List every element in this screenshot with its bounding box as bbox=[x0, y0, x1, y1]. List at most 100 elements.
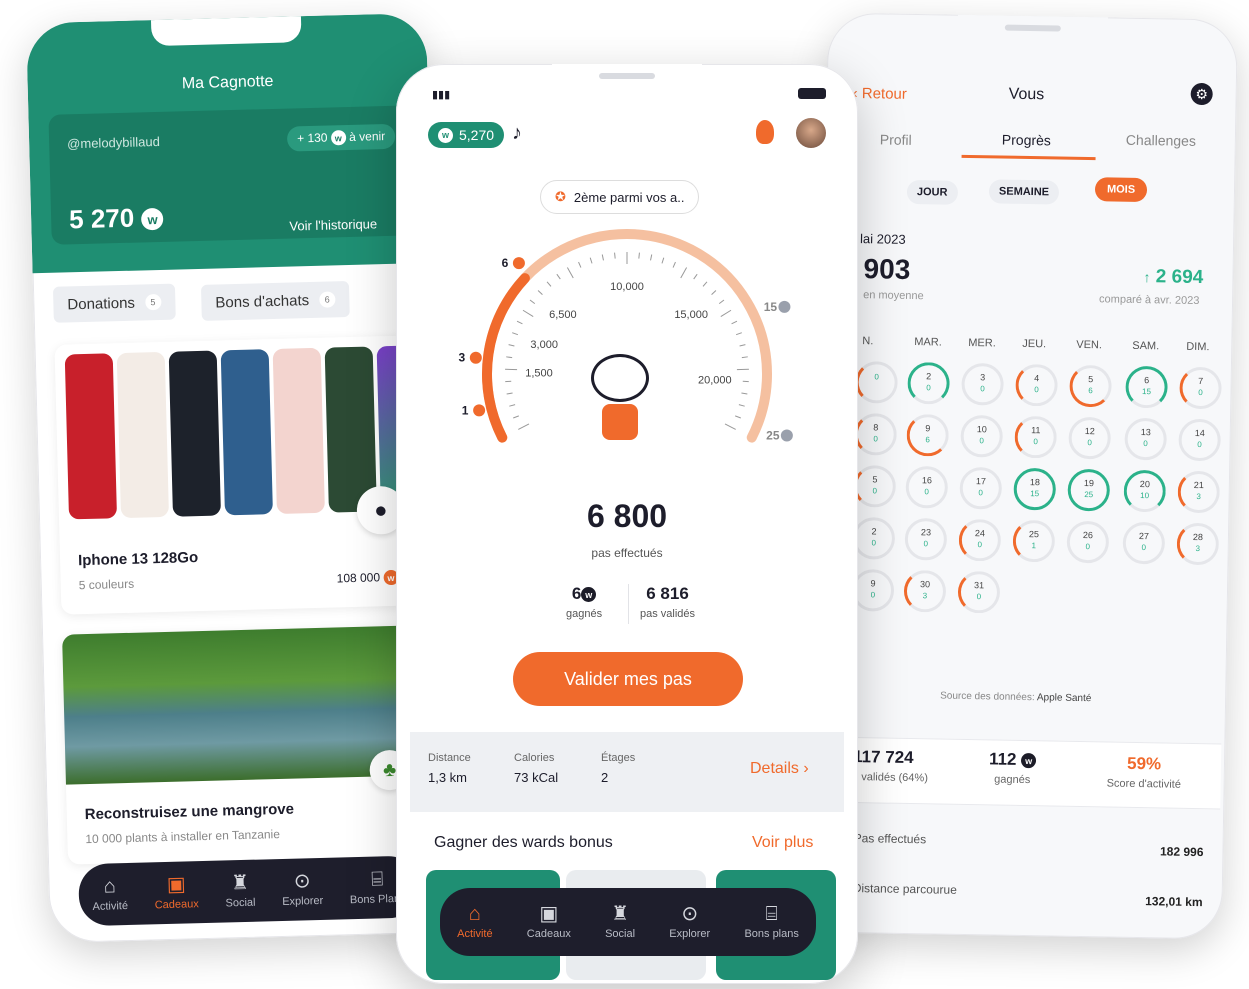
calendar-day[interactable]: 17 0 bbox=[959, 466, 1003, 510]
nav-social[interactable]: ♜ Social bbox=[605, 904, 635, 940]
calendar-day[interactable]: 30 3 bbox=[903, 569, 947, 613]
summary-value: 117 724 bbox=[852, 747, 914, 768]
tab-profile[interactable]: Profil bbox=[880, 131, 912, 148]
calendar-day[interactable]: 20 bbox=[907, 361, 950, 405]
gauge-tick bbox=[512, 332, 519, 336]
weekday-label: SAM. bbox=[1132, 339, 1160, 353]
gauge-tick bbox=[614, 252, 616, 259]
pending-amount: + 130 bbox=[296, 130, 328, 146]
stat-distance: Distance 1,3 km bbox=[428, 752, 471, 785]
nav-activity[interactable]: ⌂ Activité bbox=[92, 875, 128, 913]
calendar-day[interactable]: 11 0 bbox=[1014, 415, 1058, 459]
gauge-tick bbox=[661, 257, 665, 264]
bell-icon[interactable]: ♪ bbox=[512, 122, 522, 145]
tab-donations[interactable]: Donations 5 bbox=[52, 283, 176, 323]
calendar-day[interactable]: 10 0 bbox=[960, 414, 1004, 458]
day-number: 28 bbox=[1192, 531, 1204, 543]
day-wards: 0 bbox=[923, 539, 929, 549]
bonus-see-more[interactable]: Voir plus bbox=[752, 834, 813, 852]
back-button[interactable]: ‹ Retour bbox=[853, 85, 907, 103]
calendar-day[interactable]: 56 bbox=[1069, 364, 1112, 408]
nav-label: Bons plans bbox=[744, 928, 799, 940]
nav-social[interactable]: ♜ Social bbox=[225, 872, 255, 910]
day-number: 18 bbox=[1029, 477, 1040, 488]
nav-activity[interactable]: ⌂ Activité bbox=[457, 904, 492, 940]
calendar-day[interactable]: 12 0 bbox=[1068, 416, 1112, 460]
nav-label: Explorer bbox=[282, 894, 324, 908]
weekday-label: DIM. bbox=[1186, 340, 1210, 354]
calendar-day[interactable]: 19 25 bbox=[1067, 468, 1111, 512]
validate-steps-button[interactable]: Valider mes pas bbox=[513, 652, 743, 706]
calendar-day[interactable]: 6 15 bbox=[1125, 365, 1168, 409]
calendar-day[interactable]: 20 bbox=[852, 517, 896, 560]
gauge-tick bbox=[741, 392, 748, 395]
calendar-day[interactable]: 21 3 bbox=[1177, 470, 1221, 514]
calendar-day[interactable]: 40 bbox=[1015, 363, 1058, 407]
tab-vouchers[interactable]: Bons d'achats 6 bbox=[200, 281, 350, 321]
calendar-day[interactable]: 16 0 bbox=[905, 465, 949, 509]
calendar-day[interactable]: 96 bbox=[906, 413, 950, 457]
period-month[interactable]: MOIS bbox=[1094, 177, 1148, 203]
gauge-tick bbox=[735, 415, 741, 419]
calendar-day[interactable]: 80 bbox=[854, 413, 898, 456]
gauge-tick bbox=[739, 344, 746, 347]
avatar[interactable] bbox=[796, 118, 826, 148]
gauge-tick bbox=[518, 423, 530, 430]
balance-badge[interactable]: w 5,270 bbox=[428, 122, 505, 148]
trophy-icon: ♜ bbox=[611, 903, 630, 925]
nav-explore[interactable]: ⊙ Explorer bbox=[669, 904, 710, 940]
day-number: 24 bbox=[974, 528, 986, 539]
day-wards: 0 bbox=[1034, 385, 1039, 395]
calendar-day[interactable]: 0 bbox=[855, 361, 898, 404]
earned-label: gagnés bbox=[566, 608, 603, 620]
calendar-day[interactable]: 90 bbox=[851, 569, 895, 612]
ward-coin-icon bbox=[473, 404, 486, 417]
day-wards: 0 bbox=[924, 487, 930, 497]
gear-icon[interactable]: ⚙ bbox=[1190, 82, 1213, 106]
tab-challenges[interactable]: Challenges bbox=[1126, 132, 1196, 149]
stat-label: Étages bbox=[601, 752, 636, 764]
calendar-day[interactable]: 18 15 bbox=[1013, 467, 1057, 511]
calendar-day[interactable]: 24 0 bbox=[958, 518, 1002, 562]
calendar-day[interactable]: 31 0 bbox=[957, 570, 1001, 614]
pending-badge: + 130 w à venir bbox=[286, 123, 396, 152]
flame-icon[interactable] bbox=[756, 120, 774, 144]
day-number: 11 bbox=[1031, 425, 1041, 436]
calendar-day[interactable]: 20 10 bbox=[1123, 469, 1167, 513]
calendar-day[interactable]: 13 0 bbox=[1124, 417, 1168, 461]
calendar-day[interactable]: 23 0 bbox=[904, 517, 948, 561]
day-wards: 10 bbox=[1140, 491, 1150, 501]
gauge-reward: 3 bbox=[458, 351, 482, 365]
map-pin-icon: ⊙ bbox=[681, 903, 699, 925]
gauge-tick bbox=[741, 356, 748, 359]
calendar-day[interactable]: 14 0 bbox=[1178, 418, 1222, 462]
tab-progress[interactable]: Progrès bbox=[1002, 132, 1051, 149]
calendar-day[interactable]: 27 0 bbox=[1122, 521, 1166, 565]
calendar-day[interactable]: 70 bbox=[1179, 366, 1222, 410]
nav-explore[interactable]: ⊙ Explorer bbox=[281, 870, 324, 908]
details-link[interactable]: Details › bbox=[750, 760, 809, 778]
history-link[interactable]: Voir l'historique bbox=[289, 216, 377, 233]
stat-floors: Étages 2 bbox=[601, 752, 635, 785]
period-day[interactable]: JOUR bbox=[906, 179, 958, 205]
nav-label: Social bbox=[605, 928, 636, 940]
nav-deals[interactable]: ⌸ Bons plans bbox=[744, 904, 798, 940]
page-title: Vous bbox=[1008, 85, 1045, 104]
calendar-day[interactable]: 50 bbox=[853, 465, 897, 508]
stat-label: Distance bbox=[428, 752, 471, 764]
day-wards: 0 bbox=[979, 436, 984, 446]
calendar-day[interactable]: 26 0 bbox=[1066, 520, 1110, 564]
calendar-day[interactable]: 28 3 bbox=[1176, 522, 1220, 566]
rank-pill[interactable]: ✪ 2ème parmi vos a.. bbox=[540, 180, 700, 214]
nav-gifts[interactable]: ▣ Cadeaux bbox=[527, 904, 571, 940]
period-week[interactable]: SEMAINE bbox=[988, 179, 1060, 205]
calendar-day[interactable]: 30 bbox=[961, 362, 1004, 406]
wallet-balance: 5 270 w bbox=[69, 202, 164, 235]
day-number: 9 bbox=[870, 578, 876, 589]
nav-gifts[interactable]: ▣ Cadeaux bbox=[154, 874, 199, 912]
calendar-day[interactable]: 25 1 bbox=[1012, 519, 1056, 563]
summary-value-row: 112 w bbox=[989, 749, 1037, 770]
product-name: Iphone 13 128Go bbox=[77, 549, 199, 570]
day-wards: 6 bbox=[925, 435, 930, 445]
gauge-tick bbox=[601, 254, 604, 261]
